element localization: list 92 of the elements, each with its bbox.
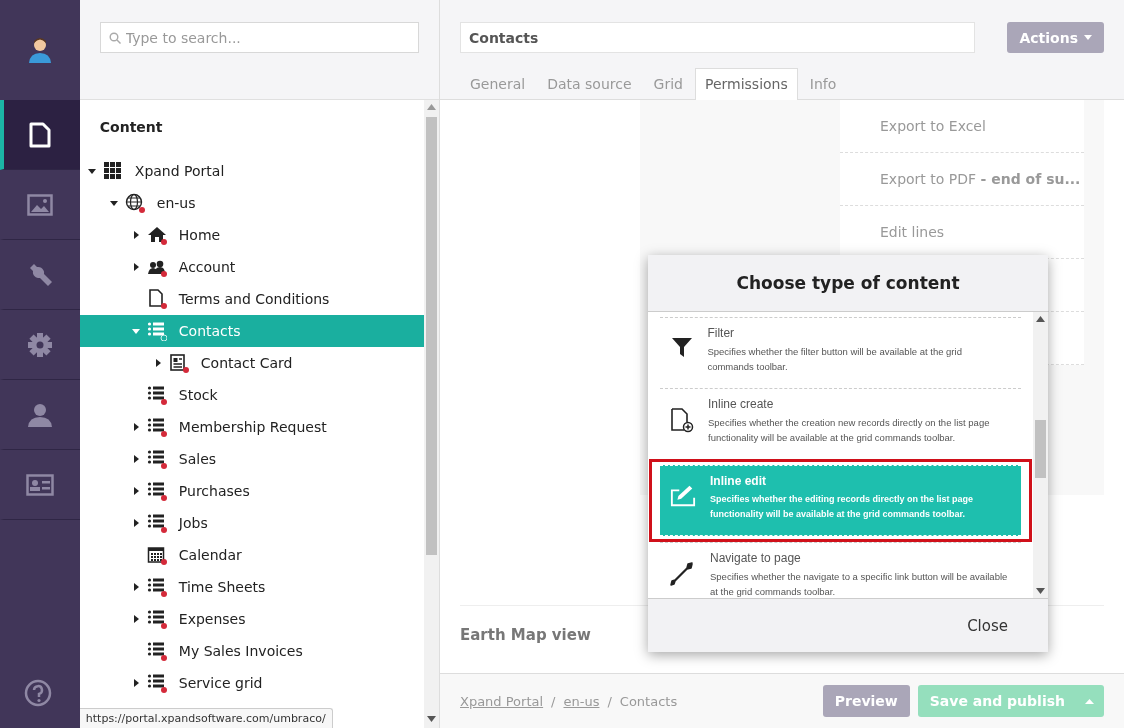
caret-icon[interactable] [131, 455, 140, 463]
tree-item[interactable]: Purchases [79, 475, 424, 507]
tree-label: en-us [156, 195, 196, 211]
tree-title: Content [98, 119, 164, 137]
tree-item[interactable]: Account [79, 251, 424, 283]
tree-item[interactable]: Contact Card [79, 347, 424, 379]
tree-item[interactable]: Membership Request [79, 411, 424, 443]
caret-icon[interactable] [153, 359, 162, 367]
tree-label: Sales [178, 451, 217, 467]
tree-label: Contacts [178, 323, 241, 339]
tree-label: Stock [178, 387, 218, 403]
list-icon [146, 321, 167, 341]
tree-label: Membership Request [178, 419, 327, 435]
caret-icon[interactable] [109, 199, 118, 207]
tree-item[interactable]: My Sales Invoices [79, 635, 424, 667]
content-type-item[interactable]: Inline create Specifies whether the creation new records directly on the list page functionality will be available at the grid commands toolbar. [660, 388, 1021, 459]
tree-label: My Sales Invoices [178, 643, 303, 659]
tree-label: Time Sheets [178, 579, 266, 595]
list-icon [146, 417, 167, 437]
list-icon [146, 577, 167, 597]
help-icon[interactable] [23, 679, 52, 707]
scrollbar[interactable] [1033, 312, 1048, 598]
tree-label: Expenses [178, 611, 246, 627]
caret-icon[interactable] [87, 167, 96, 175]
breadcrumb-separator: / [607, 693, 612, 709]
scroll-down-icon[interactable] [1036, 588, 1045, 594]
caret-icon[interactable] [131, 487, 140, 495]
tree-label: Purchases [178, 483, 250, 499]
name-field[interactable]: Contacts [460, 22, 975, 53]
tree-label: Service grid [178, 675, 263, 691]
filter-icon [670, 336, 693, 358]
new-document-icon [670, 407, 694, 433]
home-icon [146, 225, 167, 245]
settings-icon[interactable] [26, 331, 53, 358]
caret-icon [1084, 35, 1092, 40]
breadcrumb-separator: / [551, 693, 556, 709]
tree-label: Xpand Portal [134, 163, 225, 179]
tree-item[interactable]: Stock [79, 379, 424, 411]
tree-label: Jobs [178, 515, 208, 531]
list-icon [146, 481, 167, 501]
tree-label: Home [178, 227, 221, 243]
tree-label: Calendar [178, 547, 242, 563]
edit-icon [670, 484, 696, 508]
document-icon[interactable] [28, 121, 51, 148]
caret-icon[interactable] [131, 519, 140, 527]
caret-icon[interactable] [131, 615, 140, 623]
image-icon[interactable] [26, 193, 53, 216]
list-icon [146, 673, 167, 693]
list-icon [146, 609, 167, 629]
scroll-thumb[interactable] [1035, 420, 1046, 478]
search-icon [108, 32, 121, 44]
list-icon [146, 449, 167, 469]
status-url: https://portal.xpandsoftware.com/umbraco/ [79, 708, 333, 728]
caret-icon[interactable] [131, 263, 140, 271]
list-icon [146, 385, 167, 405]
doc-icon [146, 289, 167, 309]
list-icon [146, 513, 167, 533]
nav-item[interactable] [0, 100, 80, 170]
card-icon [168, 353, 189, 373]
id-card-icon[interactable] [25, 473, 54, 496]
content-type-item[interactable]: Filter Specifies whether the filter button will be available at the grid commands toolbar. [660, 317, 1021, 388]
scroll-thumb[interactable] [426, 117, 437, 555]
caret-icon[interactable] [131, 423, 140, 431]
search-field[interactable]: Type to search... [99, 22, 419, 53]
breadcrumb-current: Contacts [619, 693, 678, 709]
tree-label: Contact Card [200, 355, 293, 371]
grid-icon [102, 161, 123, 181]
tree-item[interactable]: Home [79, 219, 424, 251]
scroll-down-icon[interactable] [427, 716, 436, 722]
caret-icon[interactable] [131, 583, 140, 591]
user-icon[interactable] [26, 401, 53, 428]
close-button[interactable]: Close [961, 615, 1014, 636]
globe-icon [124, 193, 145, 213]
tree-label: Terms and Conditions [178, 291, 330, 307]
scrollbar[interactable] [424, 100, 439, 728]
tree-item[interactable]: en-us [79, 187, 424, 219]
caret-icon[interactable] [131, 679, 140, 687]
scroll-up-icon[interactable] [1036, 316, 1045, 322]
tree-item[interactable]: Sales [79, 443, 424, 475]
tab[interactable]: Permissions [694, 68, 798, 100]
content-type-item[interactable]: Navigate to page Specifies whether the navigate to a specific link button will be available at the grid commands toolbar. [660, 542, 1021, 598]
list-icon [146, 641, 167, 661]
tree-item[interactable]: Calendar [79, 539, 424, 571]
tree-item[interactable]: Time Sheets [79, 571, 424, 603]
tree-item[interactable]: Service grid [79, 667, 424, 699]
tree-item[interactable]: Expenses [79, 603, 424, 635]
tree-label: Account [178, 259, 236, 275]
caret-icon[interactable] [131, 231, 140, 239]
tree-item[interactable]: Xpand Portal [79, 155, 424, 187]
calendar-icon [146, 545, 167, 565]
tree-item[interactable]: Jobs [79, 507, 424, 539]
tree-item[interactable]: Terms and Conditions [79, 283, 424, 315]
